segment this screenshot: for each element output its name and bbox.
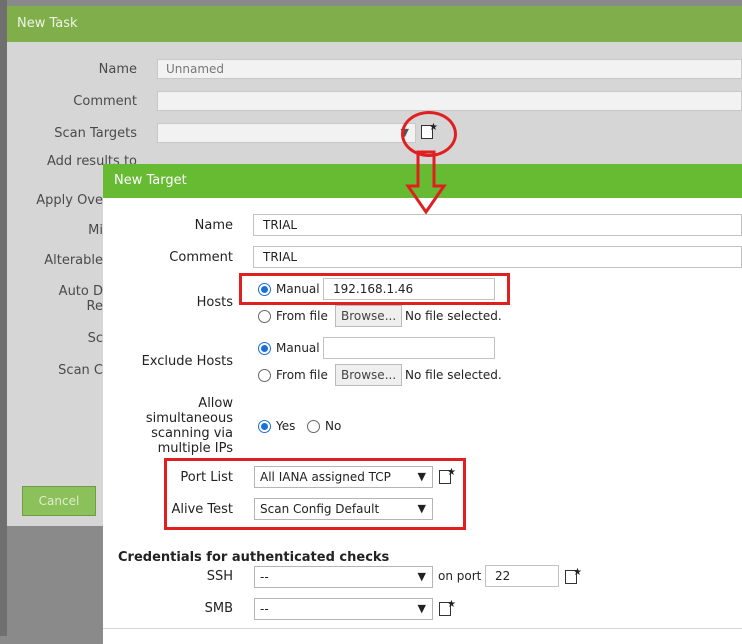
annotation-box-hosts xyxy=(239,273,510,305)
dialog-divider xyxy=(103,628,742,629)
auto-delete-label-2: Re xyxy=(86,299,103,314)
exclude-hosts-label: Exclude Hosts xyxy=(141,354,233,369)
ssh-label: SSH xyxy=(206,569,233,584)
allow-yes-radio[interactable] xyxy=(258,420,271,433)
allow-simultaneous-label: Allow simultaneous scanning via multiple… xyxy=(113,396,233,456)
chevron-down-icon: ▼ xyxy=(417,570,426,583)
target-name-input[interactable]: TRIAL xyxy=(253,214,742,236)
annotation-box-port-alive xyxy=(164,458,466,530)
cancel-button[interactable]: Cancel xyxy=(22,486,96,516)
on-port-label: on port xyxy=(438,569,482,583)
smb-value: -- xyxy=(260,602,269,616)
allow-no-radio[interactable] xyxy=(307,420,320,433)
new-smb-credential-icon[interactable]: ★ xyxy=(439,599,456,616)
new-target-title: New Target xyxy=(114,173,187,188)
exclude-no-file: No file selected. xyxy=(405,368,502,382)
exclude-browse-button[interactable]: Browse... xyxy=(335,364,403,386)
chevron-down-icon: ▼ xyxy=(417,602,426,615)
task-comment-input[interactable] xyxy=(157,91,742,111)
allow-line-4: multiple IPs xyxy=(157,441,233,456)
scan-targets-select[interactable]: ▼ xyxy=(157,123,416,143)
exclude-file-label: From file xyxy=(276,368,328,382)
annotation-arrow-overlay xyxy=(405,150,447,215)
auto-delete-label: Auto D xyxy=(58,284,103,299)
allow-line-3: scanning via xyxy=(151,426,233,441)
task-comment-label: Comment xyxy=(73,94,137,109)
new-task-title: New Task xyxy=(17,16,78,31)
ssh-port-input[interactable]: 22 xyxy=(485,565,559,587)
ssh-credential-select[interactable]: -- ▼ xyxy=(254,566,433,588)
hosts-no-file: No file selected. xyxy=(405,309,502,323)
hosts-label: Hosts xyxy=(196,295,233,310)
exclude-manual-label: Manual xyxy=(276,341,320,355)
scan-config-label: Scan C xyxy=(58,363,103,378)
exclude-manual-radio[interactable] xyxy=(258,342,271,355)
scanner-label: Sc xyxy=(87,331,103,346)
target-comment-input[interactable]: TRIAL xyxy=(253,246,742,268)
min-qod-label: Mi xyxy=(88,223,103,238)
exclude-manual-input[interactable] xyxy=(323,337,495,359)
alterable-label: Alterable xyxy=(44,253,103,268)
allow-line-2: simultaneous xyxy=(145,411,233,426)
credentials-heading: Credentials for authenticated checks xyxy=(118,550,390,565)
scan-targets-label: Scan Targets xyxy=(54,126,137,141)
smb-credential-select[interactable]: -- ▼ xyxy=(254,598,433,620)
allow-yes-label: Yes xyxy=(276,419,296,433)
hosts-file-radio[interactable] xyxy=(258,310,271,323)
task-name-input[interactable]: Unnamed xyxy=(157,59,742,79)
backdrop-edge xyxy=(0,0,7,636)
new-task-header: New Task xyxy=(7,6,742,42)
target-comment-label: Comment xyxy=(169,250,233,265)
ssh-value: -- xyxy=(260,570,269,584)
smb-label: SMB xyxy=(204,601,233,616)
allow-no-label: No xyxy=(325,419,342,433)
new-ssh-credential-icon[interactable]: ★ xyxy=(565,567,582,584)
hosts-file-label: From file xyxy=(276,309,328,323)
task-name-label: Name xyxy=(98,62,137,77)
target-name-label: Name xyxy=(194,218,233,233)
exclude-file-radio[interactable] xyxy=(258,369,271,382)
apply-overrides-label: Apply Ove xyxy=(36,193,103,208)
hosts-browse-button[interactable]: Browse... xyxy=(335,305,403,327)
allow-line-1: Allow xyxy=(198,396,233,411)
